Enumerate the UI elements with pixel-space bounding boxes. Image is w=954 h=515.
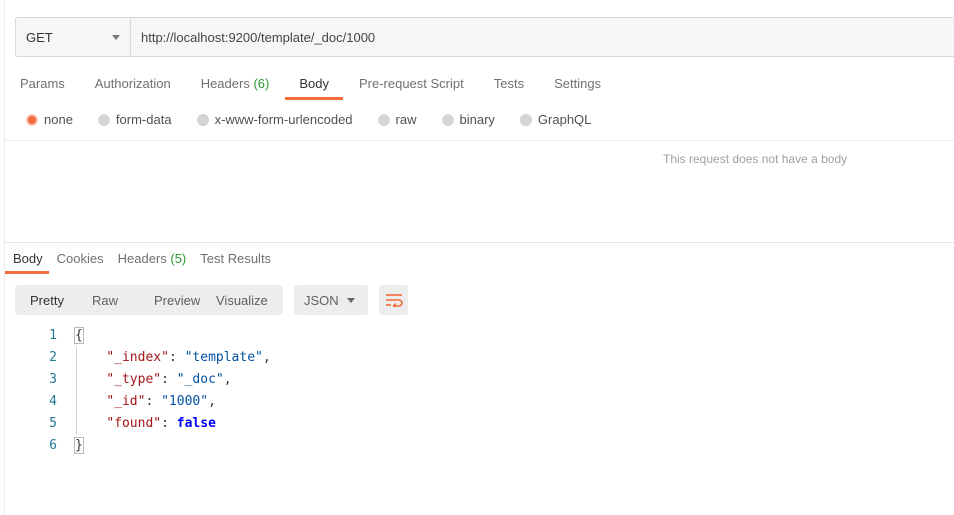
view-mode-visualize[interactable]: Visualize xyxy=(201,293,268,308)
line-number: 1 xyxy=(49,328,57,343)
view-mode-toolbar: Pretty Raw Preview Visualize xyxy=(15,285,283,315)
tab-count-badge: (6) xyxy=(249,76,270,91)
left-edge-border xyxy=(4,0,5,515)
tab-label: Authorization xyxy=(94,76,171,91)
tab-headers[interactable]: Headers (6) xyxy=(201,74,270,100)
code-text: "_id": "1000", xyxy=(106,394,216,409)
radio-circle-icon xyxy=(196,113,209,126)
format-label: JSON xyxy=(304,292,339,308)
radio-circle-icon xyxy=(519,113,532,126)
radio-label: GraphQL xyxy=(537,112,592,127)
radio-label: x-www-form-urlencoded xyxy=(214,112,353,127)
body-type-options: none form-data x-www-form-urlencoded raw bin… xyxy=(26,112,616,127)
code-line: 5 "found": false xyxy=(15,413,271,435)
no-body-message: This request does not have a body xyxy=(663,152,848,166)
divider xyxy=(5,140,954,141)
line-number: 3 xyxy=(49,372,57,387)
code-text: "found": false xyxy=(106,416,216,431)
tab-authorization[interactable]: Authorization xyxy=(95,74,171,100)
code-line: 1{ xyxy=(15,325,271,347)
chevron-down-icon xyxy=(347,298,355,303)
response-tab-cookies[interactable]: Cookies xyxy=(57,249,104,274)
wrap-lines-icon xyxy=(385,294,403,307)
tab-body[interactable]: Body xyxy=(285,74,343,100)
line-number: 4 xyxy=(49,394,57,409)
tab-pre-request-script[interactable]: Pre-request Script xyxy=(359,74,464,100)
url-text: http://localhost:9200/template/_doc/1000 xyxy=(141,29,376,45)
view-mode-pretty[interactable]: Pretty xyxy=(15,293,77,308)
code-text: "_index": "template", xyxy=(106,350,271,365)
format-select[interactable]: JSON xyxy=(294,285,368,315)
radio-graphql[interactable]: GraphQL xyxy=(519,112,592,127)
tab-label: Pre-request Script xyxy=(358,76,464,91)
chevron-down-icon xyxy=(112,35,120,40)
radio-circle-icon xyxy=(97,113,110,126)
code-line: 3 "_type": "_doc", xyxy=(15,369,271,391)
response-divider[interactable] xyxy=(5,242,954,243)
tab-label: Headers xyxy=(117,251,167,266)
radio-label: binary xyxy=(459,112,495,127)
method-select[interactable]: GET xyxy=(16,18,131,56)
url-input[interactable]: http://localhost:9200/template/_doc/1000 xyxy=(131,18,954,56)
tab-label: Tests xyxy=(493,76,525,91)
tab-label: Params xyxy=(20,76,65,91)
radio-form-data[interactable]: form-data xyxy=(97,112,172,127)
response-body-editor[interactable]: 1{2 "_index": "template", 3 "_type": "_do… xyxy=(15,325,271,457)
code-line: 2 "_index": "template", xyxy=(15,347,271,369)
tab-label: Settings xyxy=(554,76,602,91)
code-text: } xyxy=(74,437,84,454)
tab-label: Body xyxy=(299,76,329,91)
radio-x-www-form-urlencoded[interactable]: x-www-form-urlencoded xyxy=(196,112,353,127)
radio-label: raw xyxy=(395,112,417,127)
code-line: 4 "_id": "1000", xyxy=(15,391,271,413)
radio-label: none xyxy=(44,112,73,127)
tab-label: Headers xyxy=(200,76,250,91)
request-url-bar: GET http://localhost:9200/template/_doc/… xyxy=(15,17,954,57)
method-label: GET xyxy=(26,29,53,45)
radio-circle-icon xyxy=(26,113,38,126)
code-text: { xyxy=(74,327,84,344)
code-line: 6} xyxy=(15,435,271,457)
tab-settings[interactable]: Settings xyxy=(554,74,601,100)
tab-label: Test Results xyxy=(200,251,272,266)
response-tab-headers[interactable]: Headers (5) xyxy=(118,249,187,274)
radio-label: form-data xyxy=(115,112,172,127)
tab-label: Cookies xyxy=(56,251,104,266)
tab-label: Body xyxy=(13,251,43,266)
code-text: "_type": "_doc", xyxy=(106,372,232,387)
radio-circle-icon xyxy=(441,113,454,126)
radio-binary[interactable]: binary xyxy=(441,112,495,127)
view-mode-preview[interactable]: Preview xyxy=(139,293,201,308)
line-number: 2 xyxy=(49,350,57,365)
tab-count-badge: (5) xyxy=(166,251,187,266)
response-tabs: Body Cookies Headers (5) Test Results xyxy=(5,249,285,274)
request-tabs: Params Authorization Headers (6) Body Pre-re… xyxy=(20,74,631,100)
radio-none[interactable]: none xyxy=(26,112,73,127)
radio-circle-icon xyxy=(377,113,390,126)
radio-raw[interactable]: raw xyxy=(377,112,417,127)
response-tab-test-results[interactable]: Test Results xyxy=(200,249,271,274)
wrap-lines-button[interactable] xyxy=(379,285,408,315)
response-tab-body[interactable]: Body xyxy=(5,249,49,274)
view-mode-raw[interactable]: Raw xyxy=(77,293,139,308)
tab-tests[interactable]: Tests xyxy=(494,74,524,100)
line-number: 5 xyxy=(49,416,57,431)
tab-params[interactable]: Params xyxy=(20,74,65,100)
line-number: 6 xyxy=(49,438,57,453)
